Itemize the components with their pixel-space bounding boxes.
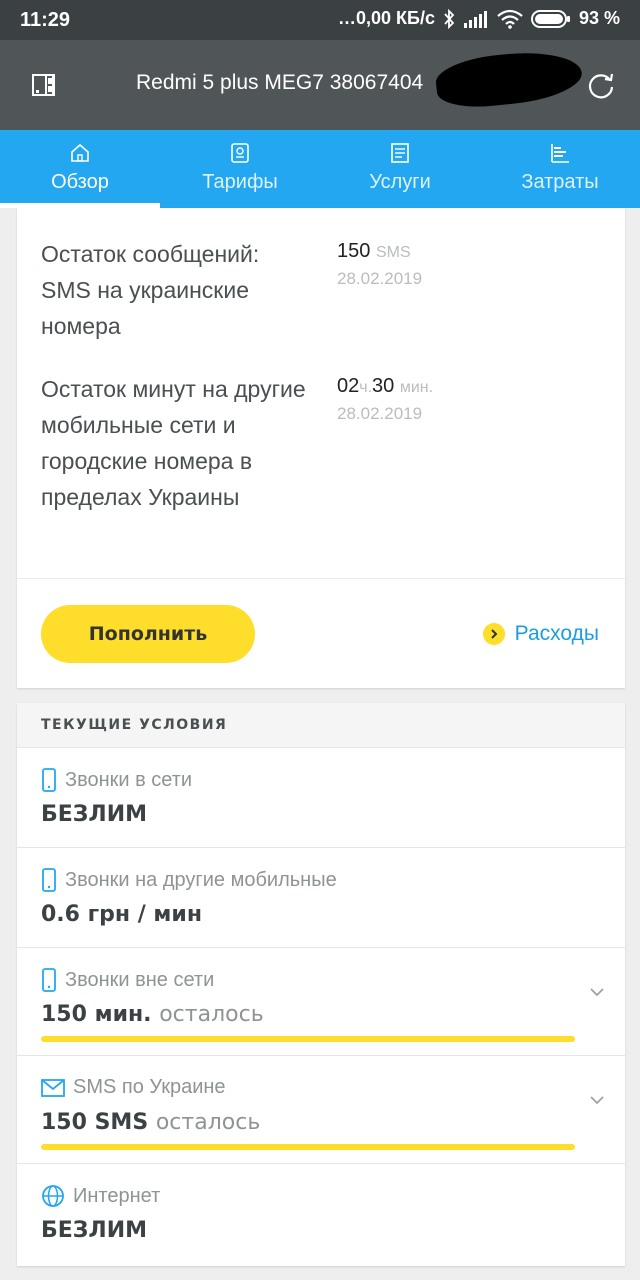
chevron-down-icon[interactable]: [589, 984, 605, 1000]
status-time: 11:29: [20, 9, 71, 31]
status-right: …0,00 КБ/с 93 %: [338, 8, 620, 29]
services-icon: [389, 142, 411, 164]
status-bar: 11:29 …0,00 КБ/с 93 %: [0, 0, 640, 40]
conditions-header: ТЕКУЩИЕ УСЛОВИЯ: [17, 703, 625, 748]
expenses-link[interactable]: Расходы: [482, 622, 599, 646]
conditions-card: ТЕКУЩИЕ УСЛОВИЯ Звонки в сети БЕЗЛИМ Зво…: [17, 703, 625, 1266]
device-title: Redmi 5 plus MEG7 38067404: [136, 71, 424, 94]
condition-title: Звонки вне сети: [65, 968, 215, 991]
signal-icon: [463, 10, 489, 28]
condition-value: 150 мин. осталось: [41, 1002, 264, 1027]
tab-label: Обзор: [51, 171, 109, 193]
tab-bar: Обзор Тарифы Услуги Затраты: [0, 130, 640, 208]
bluetooth-icon: [443, 8, 455, 29]
tab-overview[interactable]: Обзор: [0, 130, 160, 208]
tab-services[interactable]: Услуги: [320, 130, 480, 208]
balance-label: Остаток минут на другие мобильные сети и…: [41, 376, 306, 510]
battery-percent: 93 %: [578, 8, 620, 28]
home-icon: [69, 142, 91, 164]
condition-value-text: 0.6 грн / мин: [41, 902, 203, 927]
redaction-mark: [433, 46, 585, 112]
condition-title: Интернет: [73, 1184, 161, 1207]
balance-card: Остаток сообщений: SMS на украинские ном…: [17, 208, 625, 688]
condition-item-expandable[interactable]: Звонки вне сети 150 мин. осталось: [17, 948, 625, 1056]
condition-suffix: осталось: [155, 1110, 261, 1135]
balance-hours: 02: [337, 375, 360, 397]
tab-expenses[interactable]: Затраты: [480, 130, 640, 208]
hours-unit: ч.: [359, 379, 373, 396]
devices-icon[interactable]: [32, 73, 58, 97]
condition-value-text: БЕЗЛИМ: [41, 1218, 148, 1243]
condition-title: Звонки в сети: [65, 768, 193, 791]
condition-item: Звонки в сети БЕЗЛИМ: [17, 748, 625, 848]
expenses-icon: [549, 142, 571, 164]
balance-unit: SMS: [375, 244, 411, 261]
condition-title-row: Звонки на другие мобильные: [41, 868, 337, 892]
condition-item-expandable[interactable]: SMS по Украине 150 SMS осталось: [17, 1056, 625, 1164]
app-header: Redmi 5 plus MEG7 38067404: [0, 40, 640, 130]
phone-icon: [42, 968, 56, 992]
condition-value-text: 150 SMS: [41, 1110, 149, 1135]
condition-item: Интернет БЕЗЛИМ: [17, 1164, 625, 1266]
divider: [17, 578, 625, 579]
balance-value: 02ч.30 мин.: [337, 375, 433, 398]
condition-value: 0.6 грн / мин: [41, 902, 202, 927]
condition-title: SMS по Украине: [73, 1076, 226, 1098]
condition-item: Звонки на другие мобильные 0.6 грн / мин: [17, 848, 625, 948]
condition-title-row: Интернет: [41, 1184, 160, 1208]
condition-suffix: осталось: [159, 1002, 264, 1027]
balance-date: 28.02.2019: [337, 404, 423, 423]
tab-label: Тарифы: [202, 171, 278, 193]
balance-amount: 150: [337, 240, 371, 262]
battery-icon: [530, 9, 571, 29]
remaining-progress-bar: [41, 1036, 575, 1042]
condition-value: БЕЗЛИМ: [41, 802, 147, 827]
condition-title-row: Звонки в сети: [41, 768, 192, 792]
phone-icon: [42, 868, 56, 892]
minutes-unit: мин.: [399, 379, 434, 396]
globe-icon: [42, 1185, 64, 1207]
condition-title-row: Звонки вне сети: [41, 968, 214, 992]
balance-minutes: 30: [372, 375, 395, 397]
conditions-title: ТЕКУЩИЕ УСЛОВИЯ: [41, 717, 228, 733]
wifi-icon: [497, 9, 523, 29]
phone-icon: [42, 768, 56, 792]
refresh-icon[interactable]: [586, 70, 616, 100]
balance-value: 150 SMS: [337, 240, 411, 263]
condition-title: Звонки на другие мобильные: [65, 868, 337, 891]
network-speed: …0,00 КБ/с: [337, 8, 435, 28]
tab-tariffs[interactable]: Тарифы: [160, 130, 320, 208]
tab-label: Затраты: [521, 171, 599, 193]
expenses-label: Расходы: [514, 622, 599, 645]
remaining-progress-bar: [41, 1144, 575, 1150]
condition-value: 150 SMS осталось: [41, 1110, 260, 1135]
envelope-icon: [41, 1078, 65, 1097]
tariff-icon: [229, 142, 251, 164]
tab-label: Услуги: [369, 171, 431, 193]
balance-date: 28.02.2019: [337, 269, 423, 288]
condition-title-row: SMS по Украине: [41, 1076, 226, 1099]
chevron-right-icon: [482, 623, 505, 645]
balance-label: Остаток сообщений: SMS на украинские ном…: [41, 241, 260, 339]
chevron-down-icon[interactable]: [589, 1092, 605, 1108]
condition-value-text: БЕЗЛИМ: [41, 802, 148, 827]
topup-button[interactable]: Пополнить: [41, 605, 255, 663]
condition-value: БЕЗЛИМ: [41, 1218, 147, 1243]
condition-value-text: 150 мин.: [41, 1002, 152, 1027]
